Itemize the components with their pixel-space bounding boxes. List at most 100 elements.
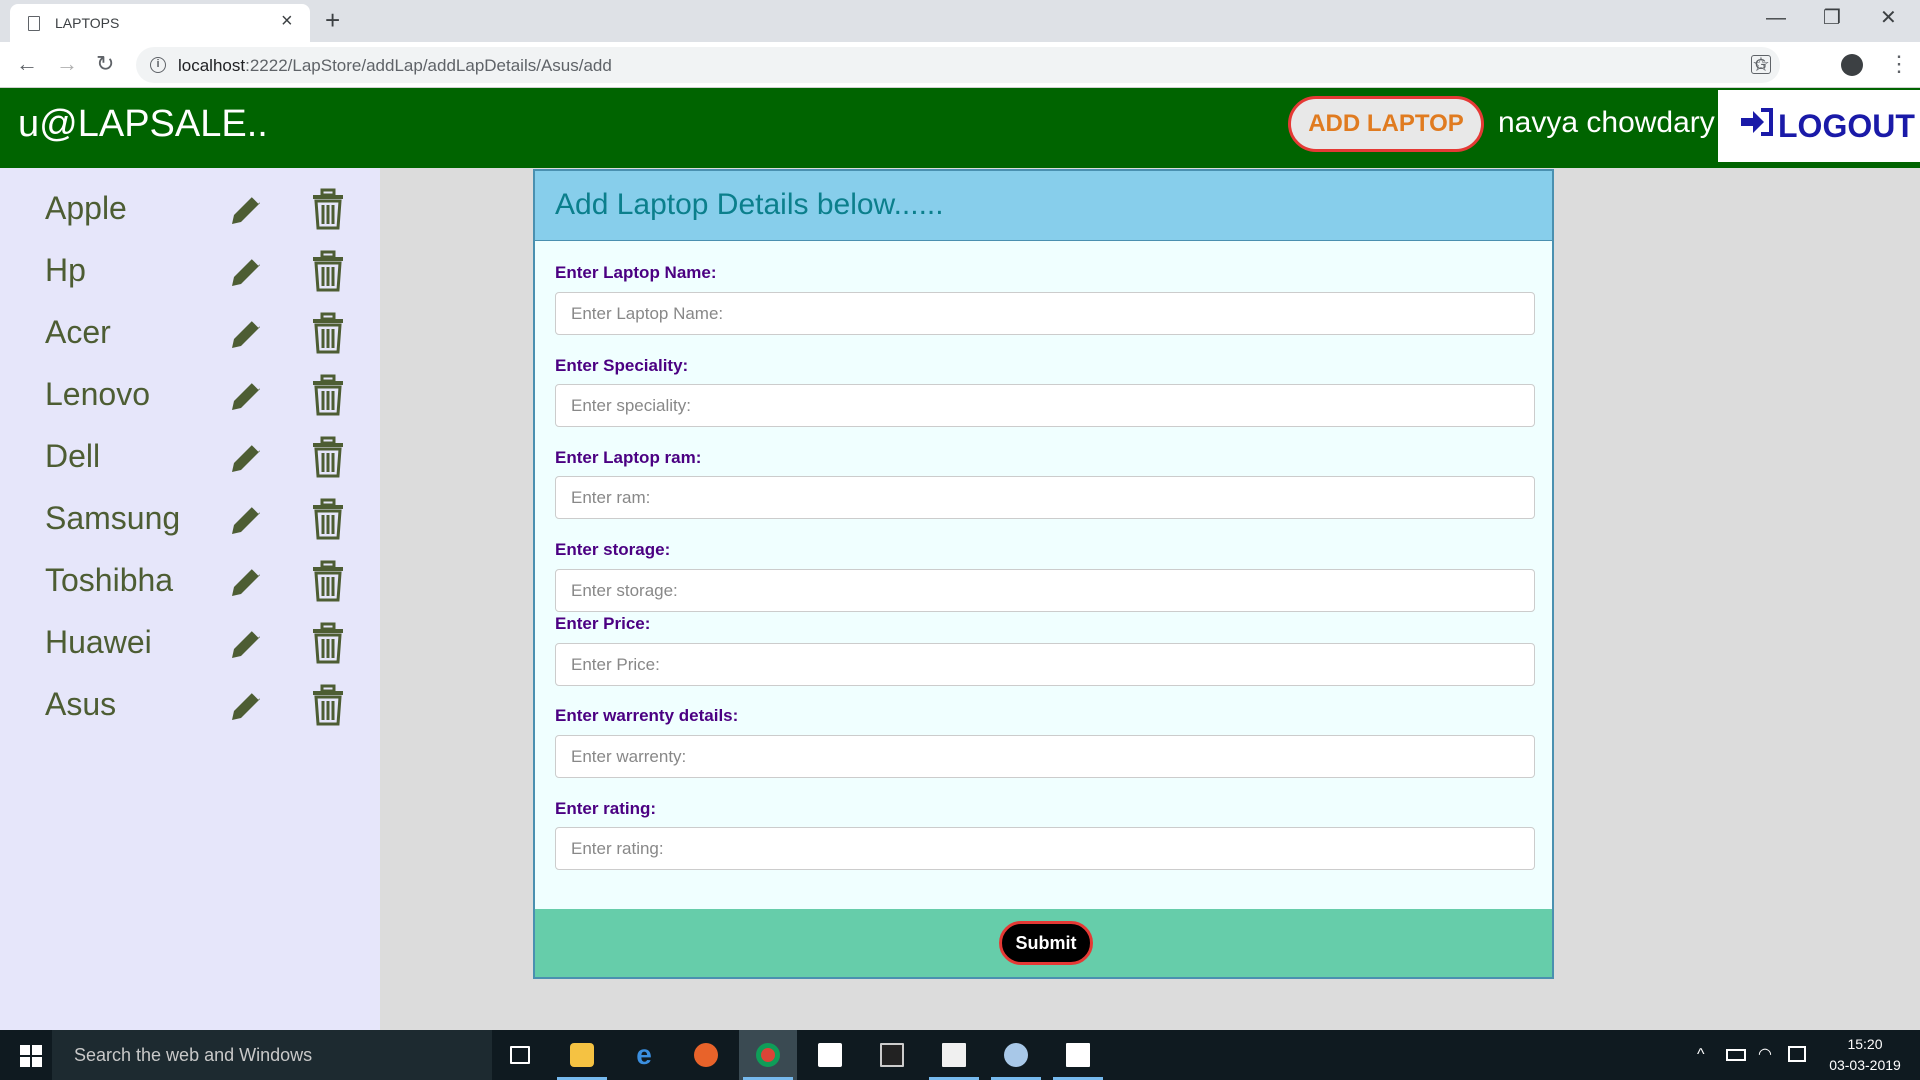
brand-link[interactable]: Dell bbox=[45, 438, 100, 475]
new-tab-icon[interactable]: + bbox=[325, 4, 340, 36]
pencil-icon[interactable] bbox=[226, 438, 266, 478]
taskbar-search-placeholder: Search the web and Windows bbox=[74, 1045, 313, 1065]
trash-icon[interactable] bbox=[308, 684, 348, 726]
terminal-icon[interactable] bbox=[863, 1030, 921, 1080]
brand-row: Dell bbox=[0, 426, 380, 488]
reload-icon[interactable]: ↻ bbox=[96, 50, 114, 78]
brand-link[interactable]: Asus bbox=[45, 686, 116, 723]
site-brand[interactable]: u@LAPSALE.. bbox=[18, 103, 268, 146]
back-icon[interactable]: ← bbox=[16, 50, 38, 78]
taskbar-clock[interactable]: 15:20 03-03-2019 bbox=[1820, 1034, 1910, 1076]
page-icon bbox=[28, 16, 40, 31]
rating-input[interactable] bbox=[555, 827, 1535, 870]
brand-link[interactable]: Acer bbox=[45, 314, 111, 351]
pencil-icon[interactable] bbox=[226, 624, 266, 664]
brand-link[interactable]: Huawei bbox=[45, 624, 152, 661]
taskbar: Search the web and Windows e ^ ◠ 15:20 0… bbox=[0, 1030, 1920, 1080]
action-center-icon[interactable] bbox=[1788, 1046, 1806, 1062]
pencil-icon[interactable] bbox=[226, 376, 266, 416]
username: navya chowdary bbox=[1498, 106, 1715, 139]
document-icon[interactable] bbox=[925, 1030, 983, 1080]
brand-row: Apple bbox=[0, 178, 380, 240]
brand-link[interactable]: Apple bbox=[45, 190, 127, 227]
chevron-up-icon[interactable]: ^ bbox=[1697, 1045, 1705, 1065]
address-bar-row: ← → ↻ i localhost:2222/LapStore/addLap/a… bbox=[0, 42, 1920, 88]
brand-row: Acer bbox=[0, 302, 380, 364]
profile-avatar[interactable] bbox=[1841, 54, 1863, 76]
translate-icon[interactable]: G bbox=[1751, 55, 1771, 74]
windows-start-icon[interactable] bbox=[20, 1045, 42, 1067]
logout-button[interactable]: LOGOUT bbox=[1718, 90, 1920, 162]
battery-icon[interactable] bbox=[1726, 1049, 1746, 1061]
pencil-icon[interactable] bbox=[226, 190, 266, 230]
pencil-icon[interactable] bbox=[226, 252, 266, 292]
chrome-icon[interactable] bbox=[739, 1030, 797, 1080]
sidebar: Apple Hp Acer Lenovo Dell Samsung Toshib… bbox=[0, 168, 380, 1030]
logout-label: LOGOUT bbox=[1778, 108, 1915, 144]
clock-time: 15:20 bbox=[1847, 1036, 1883, 1052]
card-footer: Submit bbox=[535, 909, 1552, 977]
brand-link[interactable]: Hp bbox=[45, 252, 86, 289]
minimize-icon[interactable]: — bbox=[1766, 6, 1786, 30]
restore-icon[interactable]: ❐ bbox=[1823, 6, 1841, 30]
brand-link[interactable]: Toshibha bbox=[45, 562, 173, 599]
file-explorer-icon[interactable] bbox=[553, 1030, 611, 1080]
clock-date: 03-03-2019 bbox=[1829, 1057, 1901, 1073]
trash-icon[interactable] bbox=[308, 188, 348, 230]
warranty-input[interactable] bbox=[555, 735, 1535, 778]
trash-icon[interactable] bbox=[308, 622, 348, 664]
url-host: localhost bbox=[178, 56, 246, 75]
close-tab-icon[interactable]: × bbox=[281, 11, 293, 31]
price-input[interactable] bbox=[555, 643, 1535, 686]
trash-icon[interactable] bbox=[308, 498, 348, 540]
trash-icon[interactable] bbox=[308, 436, 348, 478]
pencil-icon[interactable] bbox=[226, 314, 266, 354]
paint-icon[interactable] bbox=[987, 1030, 1045, 1080]
speciality-label: Enter Speciality: bbox=[555, 356, 689, 375]
app-header: u@LAPSALE.. ADD LAPTOP navya chowdary LO… bbox=[0, 88, 1920, 168]
browser-menu-icon[interactable]: ⋮ bbox=[1888, 50, 1910, 78]
card-header: Add Laptop Details below...... bbox=[535, 171, 1552, 241]
storage-input[interactable] bbox=[555, 569, 1535, 612]
site-info-icon[interactable]: i bbox=[150, 57, 166, 73]
pencil-icon[interactable] bbox=[226, 500, 266, 540]
add-laptop-button[interactable]: ADD LAPTOP bbox=[1288, 96, 1484, 152]
trash-icon[interactable] bbox=[308, 560, 348, 602]
brand-link[interactable]: Lenovo bbox=[45, 376, 150, 413]
submit-button[interactable]: Submit bbox=[999, 921, 1093, 965]
pencil-icon[interactable] bbox=[226, 562, 266, 602]
trash-icon[interactable] bbox=[308, 250, 348, 292]
browser-tab-strip: LAPTOPS × + — ❐ ✕ bbox=[0, 0, 1920, 42]
ram-label: Enter Laptop ram: bbox=[555, 448, 702, 467]
laptop-name-input[interactable] bbox=[555, 292, 1535, 335]
wifi-icon[interactable]: ◠ bbox=[1758, 1045, 1772, 1065]
rating-label: Enter rating: bbox=[555, 799, 657, 818]
price-label: Enter Price: bbox=[555, 614, 651, 633]
storage-label: Enter storage: bbox=[555, 540, 671, 559]
close-window-icon[interactable]: ✕ bbox=[1880, 6, 1897, 30]
brand-row: Toshibha bbox=[0, 550, 380, 612]
brand-link[interactable]: Samsung bbox=[45, 500, 180, 537]
warranty-label: Enter warrenty details: bbox=[555, 706, 739, 725]
taskbar-search[interactable]: Search the web and Windows bbox=[52, 1030, 492, 1080]
brand-row: Huawei bbox=[0, 612, 380, 674]
forward-icon[interactable]: → bbox=[56, 50, 78, 78]
pencil-icon[interactable] bbox=[226, 686, 266, 726]
brand-row: Asus bbox=[0, 674, 380, 736]
ram-input[interactable] bbox=[555, 476, 1535, 519]
edge-icon[interactable]: e bbox=[615, 1030, 673, 1080]
tab-title: LAPTOPS bbox=[55, 15, 120, 31]
task-view-icon[interactable] bbox=[491, 1030, 549, 1080]
url-path: :2222/LapStore/addLap/addLapDetails/Asus… bbox=[245, 56, 612, 75]
browser-tab[interactable]: LAPTOPS × bbox=[10, 4, 310, 42]
firefox-icon[interactable] bbox=[677, 1030, 735, 1080]
photos-icon[interactable] bbox=[1049, 1030, 1107, 1080]
url-text[interactable]: localhost:2222/LapStore/addLap/addLapDet… bbox=[178, 56, 612, 76]
address-bar[interactable]: i localhost:2222/LapStore/addLap/addLapD… bbox=[136, 47, 1780, 83]
trash-icon[interactable] bbox=[308, 374, 348, 416]
speciality-input[interactable] bbox=[555, 384, 1535, 427]
trash-icon[interactable] bbox=[308, 312, 348, 354]
add-laptop-form-card: Add Laptop Details below...... Enter Lap… bbox=[533, 169, 1554, 979]
brand-row: Lenovo bbox=[0, 364, 380, 426]
store-icon[interactable] bbox=[801, 1030, 859, 1080]
